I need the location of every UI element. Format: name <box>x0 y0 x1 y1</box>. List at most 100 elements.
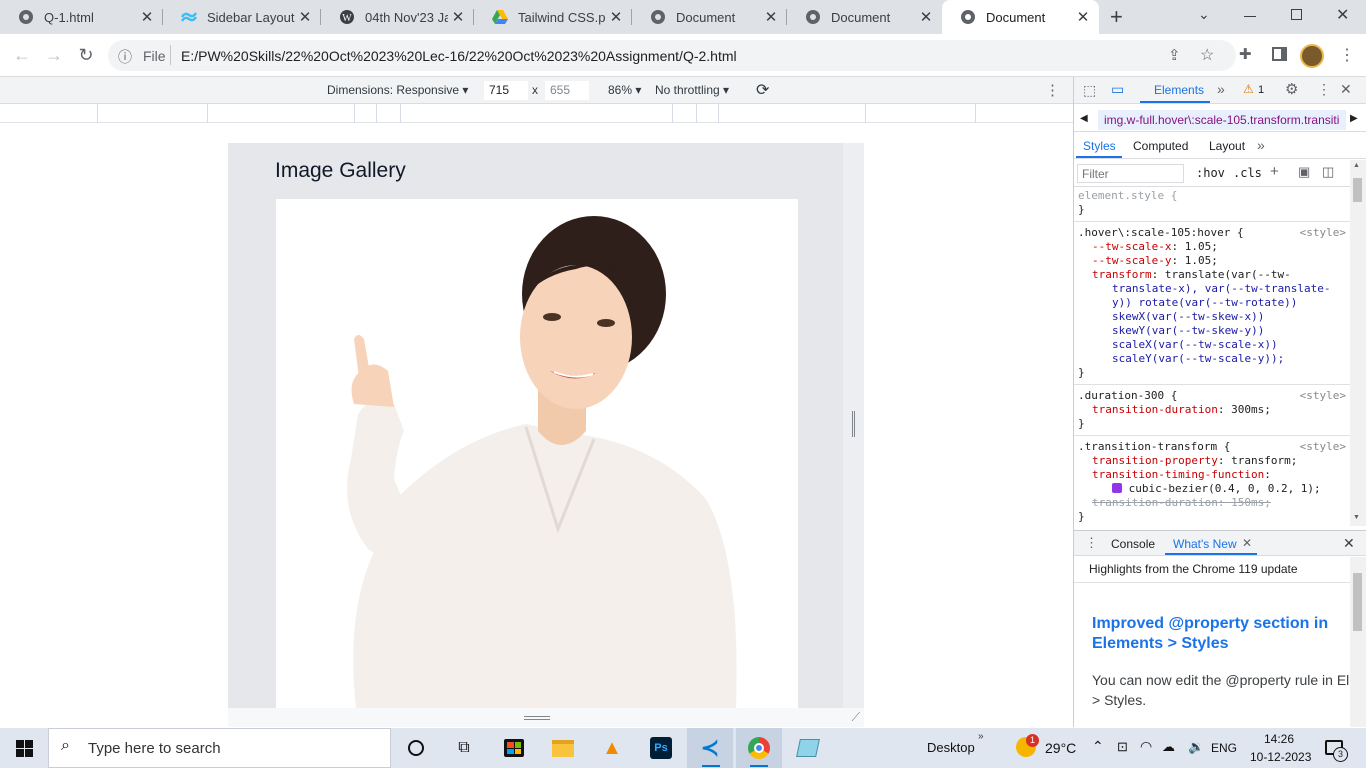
more-tabs-button[interactable]: » <box>1217 81 1225 97</box>
drawer-tab-console[interactable]: Console <box>1111 537 1155 551</box>
css-value[interactable]: 300ms; <box>1231 403 1271 416</box>
breadcrumb-selected-node[interactable]: img.w-full.hover\:scale-105.transform.tr… <box>1104 113 1344 127</box>
minimize-icon[interactable] <box>1244 16 1256 17</box>
clock-time[interactable]: 14:26 <box>1264 732 1294 746</box>
hov-toggle[interactable]: :hov <box>1196 166 1225 180</box>
toolbar-expand-icon[interactable]: » <box>978 731 984 742</box>
tab-q1[interactable]: Q-1.html ✕ <box>0 0 163 34</box>
new-tab-button[interactable]: + <box>1110 4 1128 30</box>
windows-start-icon[interactable] <box>16 740 33 757</box>
drawer-close-icon[interactable]: ✕ <box>1343 535 1355 552</box>
close-tab-icon[interactable]: ✕ <box>448 8 468 26</box>
dimensions-dropdown[interactable]: Dimensions: Responsive ▾ <box>327 83 468 97</box>
devtools-menu-icon[interactable]: ⋮ <box>1317 81 1331 98</box>
close-tab-icon[interactable]: ✕ <box>916 8 936 26</box>
warning-icon[interactable]: ⚠ <box>1243 82 1254 96</box>
tab-04th-nov[interactable]: W 04th Nov'23 Jav ✕ <box>321 0 474 34</box>
subtab-styles[interactable]: Styles <box>1083 139 1116 153</box>
cls-toggle[interactable]: .cls <box>1233 166 1262 180</box>
store-icon[interactable] <box>501 735 527 761</box>
new-rule-icon[interactable]: + <box>1270 163 1279 180</box>
close-whats-new-icon[interactable]: ✕ <box>1242 536 1252 550</box>
side-panel-icon[interactable] <box>1272 47 1287 61</box>
volume-icon[interactable]: 🔉 <box>1188 739 1204 755</box>
tab-sidebar-layouts[interactable]: Sidebar Layouts ✕ <box>163 0 321 34</box>
height-input[interactable]: 655 <box>545 81 589 100</box>
tray-device-icon[interactable]: ⊡ <box>1117 739 1128 755</box>
forward-icon[interactable]: → <box>44 45 64 65</box>
settings-gear-icon[interactable]: ⚙ <box>1285 80 1298 98</box>
close-tab-icon[interactable]: ✕ <box>295 8 315 26</box>
gallery-image[interactable] <box>276 199 798 708</box>
element-style-rule[interactable]: element.style { } <box>1078 189 1348 217</box>
rotate-icon[interactable]: ⟳ <box>756 80 769 100</box>
extensions-icon[interactable]: ✚ <box>1239 45 1252 63</box>
drawer-scrollbar[interactable] <box>1350 557 1366 727</box>
task-view-icon[interactable]: ⧉ <box>451 735 477 761</box>
css-value[interactable]: 1.05; <box>1185 240 1218 253</box>
desktop-toolbar-label[interactable]: Desktop <box>927 740 975 755</box>
rule-source[interactable]: <style> <box>1300 226 1346 240</box>
css-value[interactable]: translate(var(--tw- <box>1165 268 1291 281</box>
vscode-icon[interactable]: ≺ <box>697 735 723 761</box>
close-tab-icon[interactable]: ✕ <box>761 8 781 26</box>
rule-source[interactable]: <style> <box>1300 440 1346 454</box>
language-indicator[interactable]: ENG <box>1211 741 1237 755</box>
css-value-overridden[interactable]: 150ms; <box>1231 496 1271 509</box>
rule-source[interactable]: <style> <box>1300 389 1346 403</box>
photoshop-icon[interactable]: Ps <box>648 735 674 761</box>
tray-chevron-up-icon[interactable]: ⌃ <box>1092 738 1104 755</box>
close-tab-icon[interactable]: ✕ <box>1073 8 1093 26</box>
css-value[interactable]: 1.05; <box>1185 254 1218 267</box>
share-icon[interactable]: ⇪ <box>1168 46 1181 64</box>
more-subtabs-button[interactable]: » <box>1257 137 1265 153</box>
drawer-menu-icon[interactable]: ⋮ <box>1085 535 1098 551</box>
notepad-icon[interactable] <box>795 735 821 761</box>
tab-search-icon[interactable]: ⌄ <box>1198 6 1210 23</box>
window-close-icon[interactable]: ✕ <box>1336 5 1349 25</box>
chrome-icon[interactable] <box>746 735 772 761</box>
url-text[interactable]: E:/PW%20Skills/22%20Oct%2023%20Lec-16/22… <box>181 48 737 64</box>
css-property[interactable]: --tw-scale-x <box>1092 240 1171 253</box>
css-property[interactable]: transition-timing-function <box>1092 468 1264 481</box>
drawer-tab-whats-new[interactable]: What's New <box>1173 537 1237 551</box>
styles-filter-input[interactable] <box>1077 164 1184 183</box>
viewport-resize-handle-bottom[interactable]: ⟋ <box>228 708 864 727</box>
clock-date[interactable]: 10-12-2023 <box>1250 750 1311 764</box>
css-property[interactable]: --tw-scale-y <box>1092 254 1171 267</box>
tab-document-2[interactable]: Document ✕ <box>787 0 942 34</box>
css-property[interactable]: transition-property <box>1092 454 1218 467</box>
device-toolbar-menu-icon[interactable]: ⋮ <box>1045 81 1060 99</box>
back-icon[interactable]: ← <box>12 45 32 65</box>
css-property[interactable]: transform <box>1092 268 1152 281</box>
restore-icon[interactable] <box>1291 9 1302 20</box>
device-toggle-icon[interactable]: ▭ <box>1111 81 1124 98</box>
close-tab-icon[interactable]: ✕ <box>137 8 157 26</box>
styles-scrollbar[interactable]: ▲ ▼ <box>1350 160 1366 526</box>
avatar[interactable] <box>1300 44 1324 68</box>
vlc-icon[interactable]: ▲ <box>599 735 625 761</box>
inspect-element-icon[interactable]: ⬚ <box>1083 82 1096 99</box>
rule-transition-transform[interactable]: <style> .transition-transform { transiti… <box>1078 440 1348 524</box>
width-input[interactable]: 715 <box>484 81 528 100</box>
devtools-close-icon[interactable]: ✕ <box>1340 81 1352 98</box>
subtab-layout[interactable]: Layout <box>1209 139 1245 153</box>
easing-swatch-icon[interactable] <box>1112 483 1122 493</box>
css-value[interactable]: cubic-bezier(0.4, 0, 0.2, 1); <box>1129 482 1321 495</box>
tab-elements[interactable]: Elements <box>1154 83 1204 97</box>
zoom-dropdown[interactable]: 86% ▾ <box>608 83 641 97</box>
file-explorer-icon[interactable] <box>550 735 576 761</box>
rule-duration-300[interactable]: <style> .duration-300 { transition-durat… <box>1078 389 1348 431</box>
sidebar-toggle-icon[interactable]: ◫ <box>1322 164 1334 180</box>
cortana-icon[interactable] <box>403 735 429 761</box>
bookmark-star-icon[interactable]: ☆ <box>1200 45 1214 65</box>
css-value[interactable]: transform; <box>1231 454 1297 467</box>
temperature-label[interactable]: 29°C <box>1045 740 1076 756</box>
css-property-overridden[interactable]: transition-duration <box>1092 496 1218 509</box>
breadcrumb-left-icon[interactable]: ◀ <box>1080 113 1088 124</box>
info-icon[interactable]: ⓘ <box>118 47 132 67</box>
chrome-menu-icon[interactable]: ⋮ <box>1339 45 1355 65</box>
tab-tailwind-pdf[interactable]: Tailwind CSS.pdf ✕ <box>474 0 632 34</box>
close-tab-icon[interactable]: ✕ <box>606 8 626 26</box>
subtab-computed[interactable]: Computed <box>1133 139 1188 153</box>
